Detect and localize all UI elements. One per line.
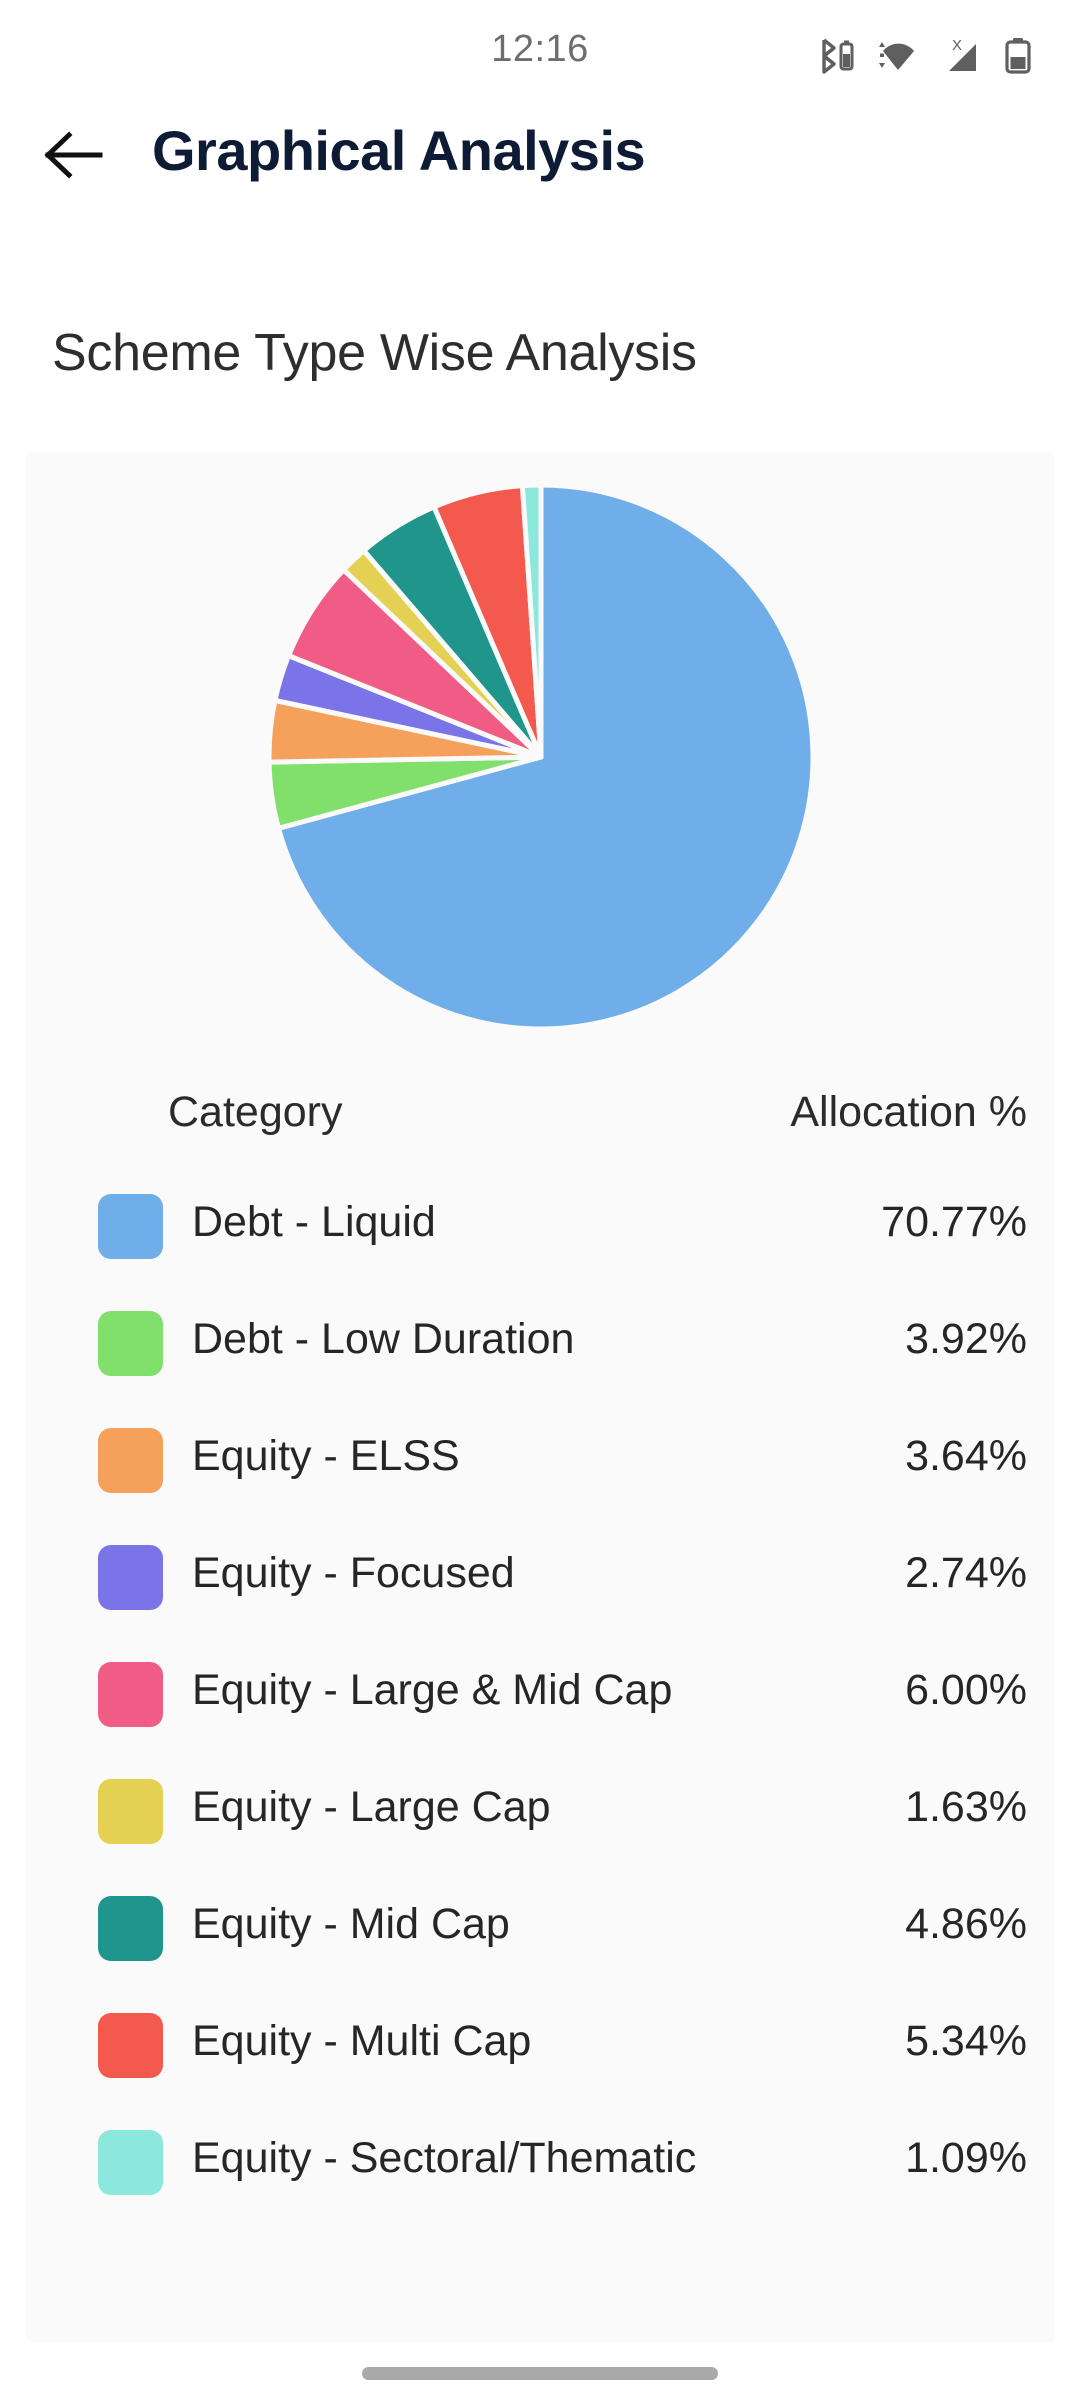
row-category-label: Equity - Large & Mid Cap	[192, 1666, 673, 1714]
row-category-label: Equity - Large Cap	[192, 1783, 551, 1831]
table-header-row: Category Allocation %	[26, 1052, 1055, 1170]
legend-color-swatch	[98, 1896, 163, 1961]
table-row[interactable]: Equity - Focused 2.74%	[26, 1521, 1055, 1638]
row-category-label: Equity - Mid Cap	[192, 1900, 510, 1948]
row-allocation-value: 5.34%	[905, 2017, 1027, 2065]
table-row[interactable]: Equity - ELSS 3.64%	[26, 1404, 1055, 1521]
section-title: Scheme Type Wise Analysis	[52, 324, 697, 382]
status-bar-icons: X	[820, 36, 1032, 76]
svg-text:X: X	[952, 37, 962, 54]
row-category-label: Debt - Low Duration	[192, 1315, 575, 1363]
row-allocation-value: 6.00%	[905, 1666, 1027, 1714]
legend-color-swatch	[98, 1311, 163, 1376]
row-allocation-value: 1.63%	[905, 1783, 1027, 1831]
table-row[interactable]: Equity - Mid Cap 4.86%	[26, 1872, 1055, 1989]
legend-color-swatch	[98, 1428, 163, 1493]
row-category-label: Equity - ELSS	[192, 1432, 460, 1480]
home-indicator-bar[interactable]	[362, 2367, 718, 2380]
row-category-label: Equity - Multi Cap	[192, 2017, 532, 2065]
row-category-label: Equity - Focused	[192, 1549, 515, 1597]
column-header-category: Category	[168, 1088, 343, 1136]
table-row[interactable]: Equity - Multi Cap 5.34%	[26, 1989, 1055, 2106]
bluetooth-battery-icon	[820, 36, 854, 76]
legend-color-swatch	[98, 1779, 163, 1844]
legend-color-swatch	[98, 2130, 163, 2195]
row-allocation-value: 3.92%	[905, 1315, 1027, 1363]
page-title: Graphical Analysis	[152, 119, 646, 182]
table-row[interactable]: Equity - Sectoral/Thematic 1.09%	[26, 2106, 1055, 2223]
wifi-icon	[876, 37, 918, 75]
column-header-allocation: Allocation %	[790, 1088, 1027, 1136]
legend-color-swatch	[98, 2013, 163, 2078]
row-allocation-value: 4.86%	[905, 1900, 1027, 1948]
battery-icon	[1004, 36, 1032, 76]
no-sim-signal-icon: X	[940, 36, 982, 76]
table-row[interactable]: Equity - Large & Mid Cap 6.00%	[26, 1638, 1055, 1755]
app-bar: Graphical Analysis	[0, 92, 1080, 222]
row-allocation-value: 3.64%	[905, 1432, 1027, 1480]
row-allocation-value: 70.77%	[881, 1198, 1027, 1246]
allocation-table: Category Allocation % Debt - Liquid 70.7…	[26, 1052, 1055, 2223]
table-row[interactable]: Equity - Large Cap 1.63%	[26, 1755, 1055, 1872]
pie-chart	[26, 452, 1055, 1052]
row-allocation-value: 1.09%	[905, 2134, 1027, 2182]
table-row[interactable]: Debt - Liquid 70.77%	[26, 1170, 1055, 1287]
row-category-label: Debt - Liquid	[192, 1198, 436, 1246]
back-arrow-icon	[42, 130, 104, 185]
row-category-label: Equity - Sectoral/Thematic	[192, 2134, 697, 2182]
table-row[interactable]: Debt - Low Duration 3.92%	[26, 1287, 1055, 1404]
legend-color-swatch	[98, 1662, 163, 1727]
row-allocation-value: 2.74%	[905, 1549, 1027, 1597]
status-bar: 12:16 X	[0, 0, 1080, 92]
pie-chart-svg[interactable]	[261, 477, 821, 1037]
legend-color-swatch	[98, 1545, 163, 1610]
legend-color-swatch	[98, 1194, 163, 1259]
analysis-card: Category Allocation % Debt - Liquid 70.7…	[26, 452, 1055, 2342]
back-button[interactable]	[28, 114, 118, 200]
